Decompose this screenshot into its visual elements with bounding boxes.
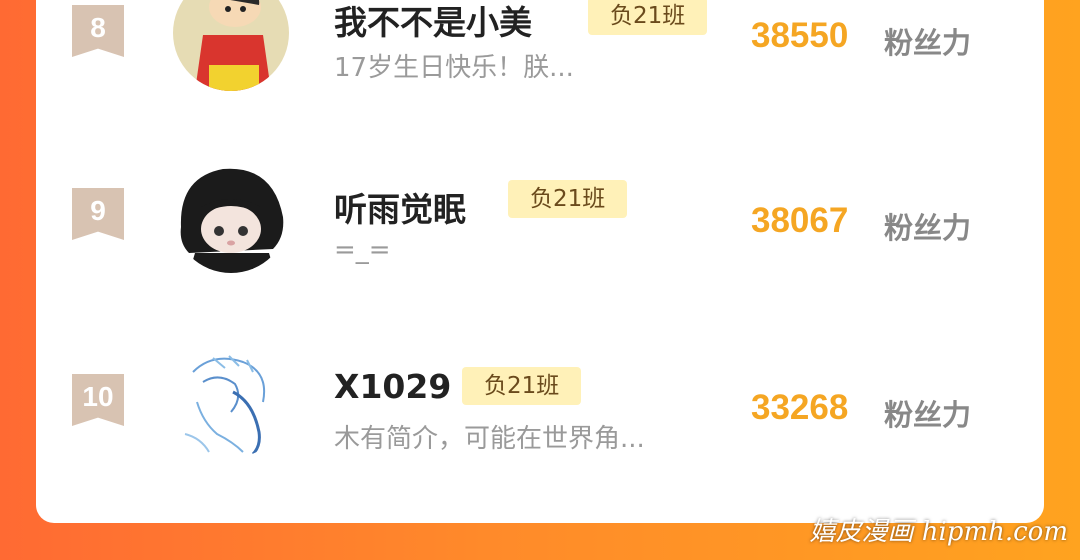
ranking-row[interactable]: 9 听雨觉眠 负21班 =_= 38067 粉丝力 <box>36 153 1044 303</box>
ranking-row[interactable]: 10 X1029 负21班 木有简介，可能在世界角... 33268 粉丝力 <box>36 340 1044 490</box>
fan-power-score: 38550 <box>751 16 849 55</box>
cartoon-boy-avatar-image <box>173 0 289 91</box>
ranking-row[interactable]: 8 我不不是小美 负21班 17岁生日快乐！朕... 38550 粉丝力 <box>36 0 1044 120</box>
rank-badge: 9 <box>72 188 124 240</box>
ranking-card: 8 我不不是小美 负21班 17岁生日快乐！朕... 38550 粉丝力 9 听… <box>36 0 1044 523</box>
user-name[interactable]: X1029 <box>334 367 451 406</box>
fan-power-score: 38067 <box>751 201 849 240</box>
avatar[interactable] <box>173 0 289 91</box>
site-watermark: 嬉皮漫画 hipmh.com <box>809 517 1068 547</box>
sketch-avatar-image <box>173 342 289 458</box>
avatar[interactable] <box>173 157 289 273</box>
user-bio: 17岁生日快乐！朕... <box>334 53 574 83</box>
avatar[interactable] <box>173 342 289 458</box>
class-tag: 负21班 <box>508 180 628 218</box>
class-tag: 负21班 <box>462 367 582 405</box>
user-name[interactable]: 听雨觉眠 <box>334 183 466 231</box>
user-name[interactable]: 我不不是小美 <box>334 0 532 44</box>
user-bio: =_= <box>334 235 391 265</box>
user-bio: 木有简介，可能在世界角... <box>334 424 645 454</box>
rank-badge: 8 <box>72 5 124 57</box>
fan-power-label: 粉丝力 <box>884 398 972 432</box>
fan-power-label: 粉丝力 <box>884 211 972 245</box>
anime-dark-hair-avatar-image <box>173 157 289 273</box>
rank-badge: 10 <box>72 374 124 426</box>
fan-power-label: 粉丝力 <box>884 26 972 60</box>
fan-power-score: 33268 <box>751 388 849 427</box>
class-tag: 负21班 <box>588 0 708 35</box>
